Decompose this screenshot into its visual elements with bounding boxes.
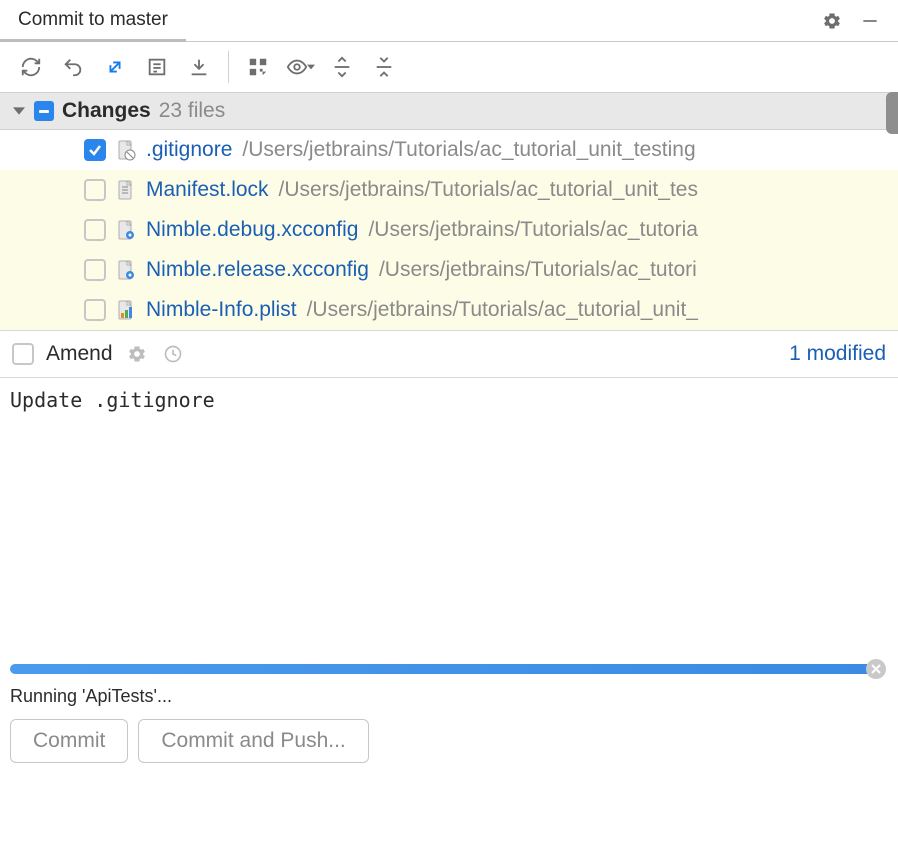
minimize-icon[interactable] [858, 9, 882, 33]
file-checkbox[interactable] [84, 299, 106, 321]
history-icon[interactable] [161, 342, 185, 366]
file-row[interactable]: .gitignore/Users/jetbrains/Tutorials/ac_… [0, 130, 898, 170]
rollback-icon[interactable] [56, 50, 90, 84]
file-icon [116, 298, 136, 322]
file-row[interactable]: Nimble.debug.xcconfig/Users/jetbrains/Tu… [0, 210, 898, 250]
changelist-icon[interactable] [140, 50, 174, 84]
file-checkbox[interactable] [84, 179, 106, 201]
commit-and-push-button[interactable]: Commit and Push... [138, 719, 368, 763]
scrollbar-thumb[interactable] [886, 92, 898, 134]
gear-icon[interactable] [820, 9, 844, 33]
changes-count: 23 files [159, 99, 226, 123]
file-checkbox[interactable] [84, 219, 106, 241]
file-icon [116, 178, 136, 202]
file-path: /Users/jetbrains/Tutorials/ac_tutorial_u… [307, 298, 698, 322]
file-checkbox[interactable] [84, 259, 106, 281]
refresh-icon[interactable] [14, 50, 48, 84]
file-list: .gitignore/Users/jetbrains/Tutorials/ac_… [0, 130, 898, 330]
tristate-checkbox[interactable] [34, 101, 54, 121]
changes-header[interactable]: Changes 23 files [0, 92, 898, 130]
cancel-progress-icon[interactable] [866, 659, 886, 679]
file-row[interactable]: Manifest.lock/Users/jetbrains/Tutorials/… [0, 170, 898, 210]
header: Commit to master [0, 0, 898, 42]
file-path: /Users/jetbrains/Tutorials/ac_tutoria [368, 218, 698, 242]
tab-title: Commit to master [18, 9, 168, 31]
expand-icon[interactable] [325, 50, 359, 84]
file-name: .gitignore [146, 138, 232, 162]
file-row[interactable]: Nimble.release.xcconfig/Users/jetbrains/… [0, 250, 898, 290]
file-icon [116, 218, 136, 242]
chevron-down-icon[interactable] [12, 104, 26, 118]
commit-message-input[interactable] [10, 388, 888, 654]
commit-buttons: Commit Commit and Push... [0, 719, 898, 773]
group-by-icon[interactable] [241, 50, 275, 84]
commit-tab[interactable]: Commit to master [0, 0, 186, 42]
progress-label: Running 'ApiTests'... [10, 684, 888, 719]
gear-icon[interactable] [125, 342, 149, 366]
file-name: Nimble.debug.xcconfig [146, 218, 358, 242]
amend-row: Amend 1 modified [0, 330, 898, 378]
commit-message-area [0, 378, 898, 664]
file-name: Nimble.release.xcconfig [146, 258, 369, 282]
amend-checkbox[interactable] [12, 343, 34, 365]
shelve-icon[interactable] [182, 50, 216, 84]
file-path: /Users/jetbrains/Tutorials/ac_tutorial_u… [242, 138, 695, 162]
file-name: Nimble-Info.plist [146, 298, 297, 322]
file-row[interactable]: Nimble-Info.plist/Users/jetbrains/Tutori… [0, 290, 898, 330]
file-path: /Users/jetbrains/Tutorials/ac_tutori [379, 258, 697, 282]
preview-icon[interactable] [283, 50, 317, 84]
toolbar-separator [228, 51, 229, 83]
file-name: Manifest.lock [146, 178, 269, 202]
changes-label: Changes [62, 99, 151, 123]
progress-bar [10, 664, 884, 674]
commit-button[interactable]: Commit [10, 719, 128, 763]
diff-icon[interactable] [98, 50, 132, 84]
changes-panel: Changes 23 files .gitignore/Users/jetbra… [0, 92, 898, 330]
file-icon [116, 138, 136, 162]
amend-label: Amend [46, 342, 113, 366]
modified-count[interactable]: 1 modified [789, 342, 886, 366]
progress-area: Running 'ApiTests'... [0, 664, 898, 719]
file-checkbox[interactable] [84, 139, 106, 161]
header-icons [820, 9, 898, 33]
collapse-icon[interactable] [367, 50, 401, 84]
file-icon [116, 258, 136, 282]
toolbar [0, 42, 898, 92]
file-path: /Users/jetbrains/Tutorials/ac_tutorial_u… [279, 178, 698, 202]
